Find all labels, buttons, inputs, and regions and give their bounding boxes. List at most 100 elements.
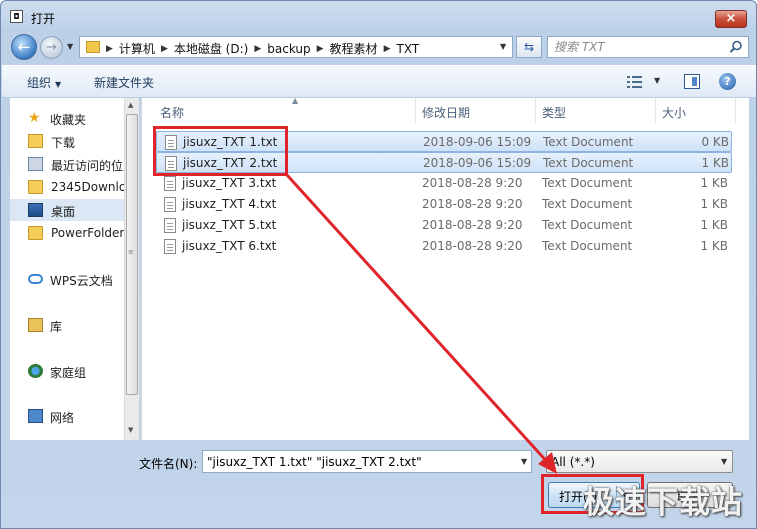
file-size: 0 KB [701,135,729,149]
address-bar[interactable]: ▶ 计算机 ▶ 本地磁盘 (D:) ▶ backup ▶ 教程素材 ▶ TXT ▼ [79,36,513,58]
navigation-pane: ★ 收藏夹下载最近访问的位置 2345Downloads 桌面 PowerFolders… [10,98,124,440]
file-type: Text Document [543,156,634,170]
recent-pages-dropdown[interactable]: ▼ [67,42,73,51]
refresh-button[interactable]: ⇆ [516,36,542,58]
breadcrumb: ▶ 计算机 ▶ 本地磁盘 (D:) ▶ backup ▶ 教程素材 ▶ TXT [106,40,419,57]
breadcrumb-separator-icon[interactable]: ▶ [161,44,168,54]
file-type: Text Document [542,176,633,190]
breadcrumb-separator-icon[interactable]: ▶ [384,44,391,54]
nav-item-label: 桌面 [51,205,76,219]
arrow-left-icon: ← [17,38,31,56]
app-icon: ◘ [10,10,23,23]
breadcrumb-item[interactable]: 计算机 [119,40,155,57]
filter-value: All (*.*) [551,455,595,469]
search-box[interactable] [547,36,749,58]
view-options-icon[interactable] [627,75,643,89]
arrow-right-icon: → [46,40,57,55]
nav-item[interactable]: 最近访问的位置 [10,153,124,175]
file-name: jisuxz_TXT 6.txt [182,239,277,253]
file-date: 2018-08-28 9:20 [422,218,523,232]
column-header-name[interactable]: 名称 ▲ [154,96,416,124]
breadcrumb-item[interactable]: TXT [396,42,419,56]
file-size: 1 KB [701,156,729,170]
column-header-date[interactable]: 修改日期 [416,98,536,124]
new-folder-button[interactable]: 新建文件夹 [94,74,154,91]
close-button[interactable]: × [715,10,747,28]
search-icon[interactable] [729,40,743,54]
breadcrumb-item[interactable]: backup [267,42,310,56]
network-icon [28,409,43,423]
nav-scrollbar[interactable]: ▲ ≡ ▼ [124,98,139,440]
breadcrumb-separator-icon[interactable]: ▶ [317,44,324,54]
annotation-box-selected-files [153,126,288,176]
preview-pane-icon[interactable] [684,74,700,89]
file-type: Text Document [542,218,633,232]
nav-item-label: 2345Downloads [51,180,124,194]
nav-item[interactable]: 家庭组 [10,360,124,382]
file-date: 2018-08-28 9:20 [422,176,523,190]
watermark: 极速下载站 [583,485,743,521]
chevron-down-icon: ▼ [721,457,728,466]
folder-icon [28,226,43,240]
nav-item-label: WPS云文档 [50,274,113,288]
nav-item-label: 库 [50,320,63,334]
download-folder-icon [28,134,43,148]
file-row[interactable]: jisuxz_TXT 6.txt 2018-08-28 9:20 Text Docu… [156,236,732,257]
filename-label: 文件名(N): [139,457,198,471]
file-row[interactable]: jisuxz_TXT 4.txt 2018-08-28 9:20 Text Docu… [156,194,732,215]
scroll-up-icon[interactable]: ▲ [128,101,133,109]
file-date: 2018-08-28 9:20 [422,239,523,253]
text-file-icon [164,218,176,233]
filename-input[interactable] [207,454,507,470]
window-title: 打开 [31,12,56,26]
forward-button[interactable]: → [40,36,63,59]
column-name-label: 名称 [160,106,185,120]
folder-icon [86,41,100,53]
organize-menu-button[interactable]: 组织 ▼ [27,74,61,91]
nav-item[interactable]: 下载 [10,130,124,152]
file-date: 2018-08-28 9:20 [422,197,523,211]
text-file-icon [164,176,176,191]
folder-icon [28,180,43,194]
file-size: 1 KB [700,176,728,190]
breadcrumb-separator-icon[interactable]: ▶ [254,44,261,54]
open-file-dialog: ◘ 打开 × ← → ▼ ▶ 计算机 ▶ 本地磁盘 (D:) ▶ backup ▶ 教程素材 ▶… [0,0,757,529]
breadcrumb-separator-icon[interactable]: ▶ [106,44,113,54]
file-date: 2018-09-06 15:09 [423,135,532,149]
homegroup-icon [28,364,43,378]
nav-item[interactable]: 桌面 [10,199,124,221]
nav-item[interactable]: 网络 [10,405,124,427]
column-header-size[interactable]: 大小 [656,98,736,124]
nav-item[interactable]: WPS云文档 [10,268,124,290]
file-row[interactable]: jisuxz_TXT 3.txt 2018-08-28 9:20 Text Docu… [156,173,732,194]
organize-label: 组织 [27,76,52,90]
help-icon[interactable]: ? [719,73,736,90]
search-input[interactable] [554,39,724,55]
file-size: 1 KB [700,218,728,232]
file-date: 2018-09-06 15:09 [423,156,532,170]
column-header-type[interactable]: 类型 [536,98,656,124]
scroll-down-icon[interactable]: ▼ [128,426,133,434]
view-dropdown[interactable]: ▼ [654,76,660,85]
nav-item-label: 最近访问的位置 [51,159,124,173]
file-row[interactable]: jisuxz_TXT 5.txt 2018-08-28 9:20 Text Docu… [156,215,732,236]
grip-icon: ≡ [128,248,134,256]
breadcrumb-item[interactable]: 本地磁盘 (D:) [174,40,248,57]
file-name: jisuxz_TXT 4.txt [182,197,277,211]
address-history-dropdown[interactable]: ▼ [500,42,506,51]
file-name: jisuxz_TXT 3.txt [182,176,277,190]
filename-combobox[interactable]: ▼ [202,450,532,473]
nav-item[interactable]: ★ 收藏夹 [10,107,124,129]
file-type: Text Document [543,135,634,149]
chevron-down-icon: ▼ [55,80,62,89]
back-button[interactable]: ← [11,34,37,60]
title-bar[interactable]: ◘ 打开 × [1,1,756,31]
nav-item[interactable]: 2345Downloads [10,176,124,198]
nav-item[interactable]: PowerFolders [10,222,124,244]
nav-item[interactable]: 库 [10,314,124,336]
breadcrumb-item[interactable]: 教程素材 [330,40,378,57]
file-size: 1 KB [700,197,728,211]
file-type-filter[interactable]: All (*.*) ▼ [546,450,733,473]
star-icon: ★ [28,110,41,126]
filename-dropdown-icon[interactable]: ▼ [521,457,527,466]
